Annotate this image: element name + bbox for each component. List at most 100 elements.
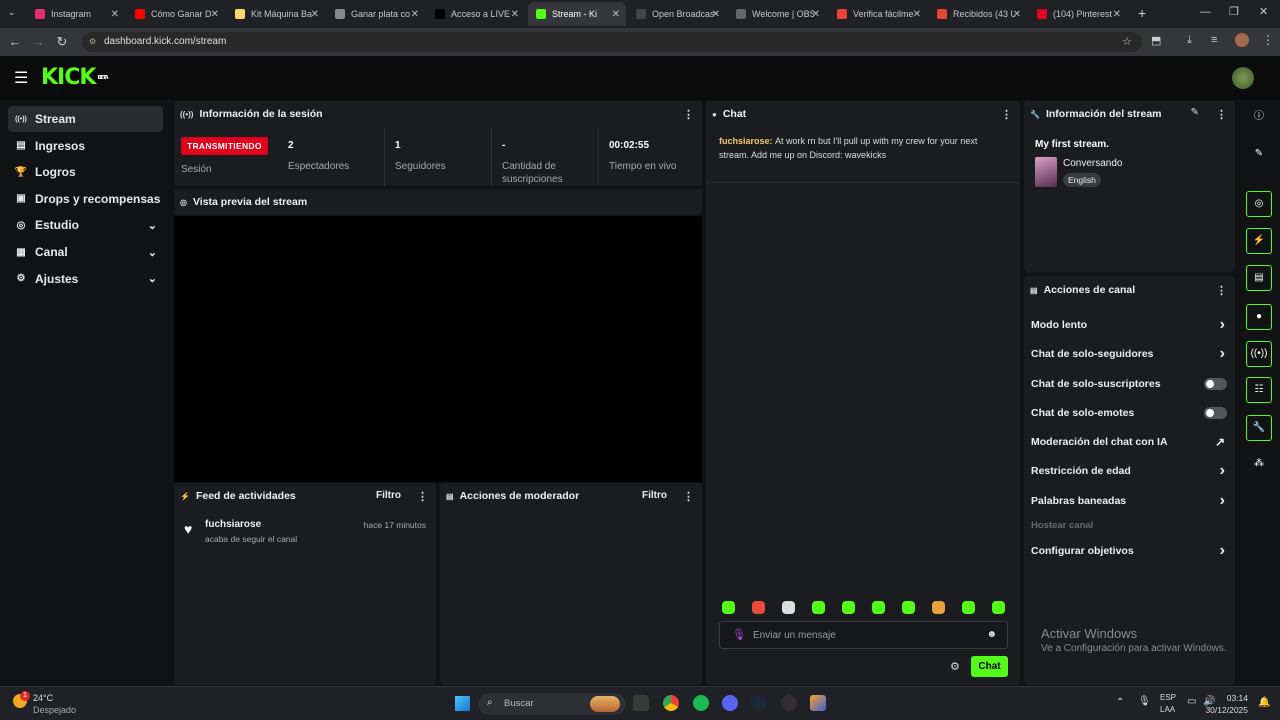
lang-layout[interactable]: LAA (1160, 705, 1175, 714)
emoji-icon[interactable]: ☻ (986, 629, 997, 640)
forward-icon[interactable]: → (26, 34, 50, 49)
tab-2[interactable]: Kit Máquina Ba ✕ (227, 2, 325, 26)
info-icon[interactable]: ⓘ (1246, 105, 1272, 131)
clock-time[interactable]: 03:14 (1220, 693, 1248, 703)
mod-filter-button[interactable]: Filtro (642, 490, 667, 501)
channel-action-configurar-objetivos[interactable]: Configurar objetivos › (1031, 541, 1231, 561)
sidebar-item-logros[interactable]: 🏆 Logros (8, 159, 163, 185)
chat-username[interactable]: fuchsiarose (719, 136, 770, 146)
emote-icon[interactable] (902, 601, 915, 614)
close-window-icon[interactable]: ✕ (1259, 5, 1268, 18)
download-icon[interactable]: ⤓ (1187, 34, 1192, 47)
category-name[interactable]: Conversando (1063, 158, 1122, 169)
tab-1[interactable]: Cómo Ganar D ✕ (127, 2, 225, 26)
tab-5[interactable]: Stream - Ki ✕ (528, 2, 626, 26)
mod-rail-icon[interactable]: ☷ (1246, 377, 1272, 403)
file-explorer-icon[interactable] (633, 695, 649, 711)
chat-icon[interactable]: ● (1246, 304, 1272, 330)
obs-icon[interactable] (781, 695, 797, 711)
notifications-bell-icon[interactable]: 🔔 (1258, 697, 1270, 708)
feed-filter-button[interactable]: Filtro (376, 490, 401, 501)
emote-icon[interactable] (932, 601, 945, 614)
category-thumbnail[interactable] (1035, 157, 1057, 187)
tab-0[interactable]: Instagram ✕ (27, 2, 125, 26)
chrome-icon[interactable] (663, 695, 679, 711)
channel-action-moderaci-n-del-chat-con-ia[interactable]: Moderación del chat con IA ↗ (1031, 432, 1231, 452)
channel-action-chat-de-solo-emotes[interactable]: Chat de solo-emotes (1031, 403, 1231, 423)
tab-3[interactable]: Ganar plata co ✕ (327, 2, 425, 26)
chat-menu-icon[interactable]: ⋮ (1001, 108, 1012, 121)
chat-settings-icon[interactable]: ⚙ (950, 660, 960, 673)
emote-icon[interactable] (722, 601, 735, 614)
tab-close-icon[interactable]: ✕ (812, 9, 820, 20)
channel-action-restricci-n-de-edad[interactable]: Restricción de edad › (1031, 461, 1231, 481)
chat-input[interactable]: 🎙 Enviar un mensaje ☻ (719, 621, 1008, 649)
emote-icon[interactable] (992, 601, 1005, 614)
sidebar-item-stream[interactable]: ((•)) Stream (8, 106, 163, 132)
spotify-icon[interactable] (693, 695, 709, 711)
chat-send-button[interactable]: Chat (971, 656, 1008, 677)
tab-close-icon[interactable]: ✕ (1113, 9, 1121, 20)
minimize-icon[interactable]: — (1200, 6, 1211, 18)
session-menu-icon[interactable]: ⋮ (683, 108, 694, 121)
emote-icon[interactable] (872, 601, 885, 614)
bookmark-star-icon[interactable]: ☆ (1122, 32, 1132, 52)
tab-close-icon[interactable]: ✕ (111, 9, 119, 20)
emote-icon[interactable] (842, 601, 855, 614)
emote-icon[interactable] (782, 601, 795, 614)
hamburger-menu-icon[interactable]: ☰ (14, 68, 28, 88)
maximize-icon[interactable]: ❐ (1229, 5, 1239, 18)
tab-close-icon[interactable]: ✕ (612, 9, 620, 20)
toggle-switch[interactable] (1204, 378, 1227, 390)
app-icon[interactable] (810, 695, 826, 711)
channel-actions-menu-icon[interactable]: ⋮ (1216, 284, 1227, 297)
lang-code[interactable]: ESP (1160, 693, 1176, 702)
feed-user[interactable]: fuchsiarose (205, 519, 261, 530)
tab-close-icon[interactable]: ✕ (913, 9, 921, 20)
extensions-icon[interactable]: ⬒ (1151, 34, 1161, 47)
sidebar-item-ingresos[interactable]: ▤ Ingresos (8, 133, 163, 159)
tab-10[interactable]: (104) Pinterest ✕ (1029, 2, 1127, 26)
sidebar-item-estudio[interactable]: ◎ Estudio ⌄ (8, 212, 163, 238)
tab-close-icon[interactable]: ✕ (411, 9, 419, 20)
broadcast-rail-icon[interactable]: ((•)) (1246, 341, 1272, 367)
clock-date[interactable]: 30/12/2025 (1198, 705, 1248, 715)
focus-icon[interactable]: ◎ (1246, 191, 1272, 217)
channel-action-chat-de-solo-seguidores[interactable]: Chat de solo-seguidores › (1031, 344, 1231, 364)
browser-menu-icon[interactable]: ⋮ (1262, 33, 1274, 47)
site-info-icon[interactable]: ⚙ (89, 32, 96, 52)
add-widget-icon[interactable]: ⁂ (1246, 452, 1272, 478)
reading-list-icon[interactable]: ≡ (1211, 34, 1217, 46)
tab-6[interactable]: Open Broadcas ✕ (628, 2, 726, 26)
tab-close-icon[interactable]: ✕ (1013, 9, 1021, 20)
kick-logo[interactable]: KICK BETA (41, 67, 109, 89)
new-tab-button[interactable]: + (1138, 5, 1146, 21)
channel-action-modo-lento[interactable]: Modo lento › (1031, 315, 1231, 335)
channel-action-chat-de-solo-suscriptores[interactable]: Chat de solo-suscriptores (1031, 374, 1231, 394)
taskbar-search[interactable]: ⌕ Buscar (478, 693, 626, 715)
mod-menu-icon[interactable]: ⋮ (683, 490, 694, 503)
tab-search-icon[interactable]: ⌄ (8, 7, 16, 18)
chevron-down-icon[interactable]: ⌄ (148, 246, 157, 259)
tab-close-icon[interactable]: ✕ (511, 9, 519, 20)
channel-action-palabras-baneadas[interactable]: Palabras baneadas › (1031, 491, 1231, 511)
tab-8[interactable]: Verifica fácilme ✕ (829, 2, 927, 26)
pencil-icon[interactable]: ✎ (1246, 142, 1272, 168)
chevron-down-icon[interactable]: ⌄ (148, 272, 157, 285)
stream-preview[interactable] (174, 216, 702, 482)
tab-close-icon[interactable]: ✕ (211, 9, 219, 20)
sidebar-item-ajustes[interactable]: ⚙ Ajustes ⌄ (8, 266, 163, 292)
stream-info-menu-icon[interactable]: ⋮ (1216, 108, 1227, 121)
profile-avatar[interactable] (1235, 33, 1249, 47)
wrench-rail-icon[interactable]: 🔧 (1246, 415, 1272, 441)
emote-icon[interactable] (752, 601, 765, 614)
tray-chevron-icon[interactable]: ⌃ (1116, 697, 1124, 708)
sidebar-item-canal[interactable]: ▦ Canal ⌄ (8, 239, 163, 265)
bolt-icon[interactable]: ⚡ (1246, 228, 1272, 254)
sidebar-item-drops[interactable]: ▣ Drops y recompensas (8, 186, 163, 212)
emote-icon[interactable] (812, 601, 825, 614)
toggle-switch[interactable] (1204, 407, 1227, 419)
windows-start-icon[interactable] (455, 696, 470, 711)
tab-close-icon[interactable]: ✕ (712, 9, 720, 20)
network-icon[interactable]: ▭ (1187, 696, 1196, 707)
